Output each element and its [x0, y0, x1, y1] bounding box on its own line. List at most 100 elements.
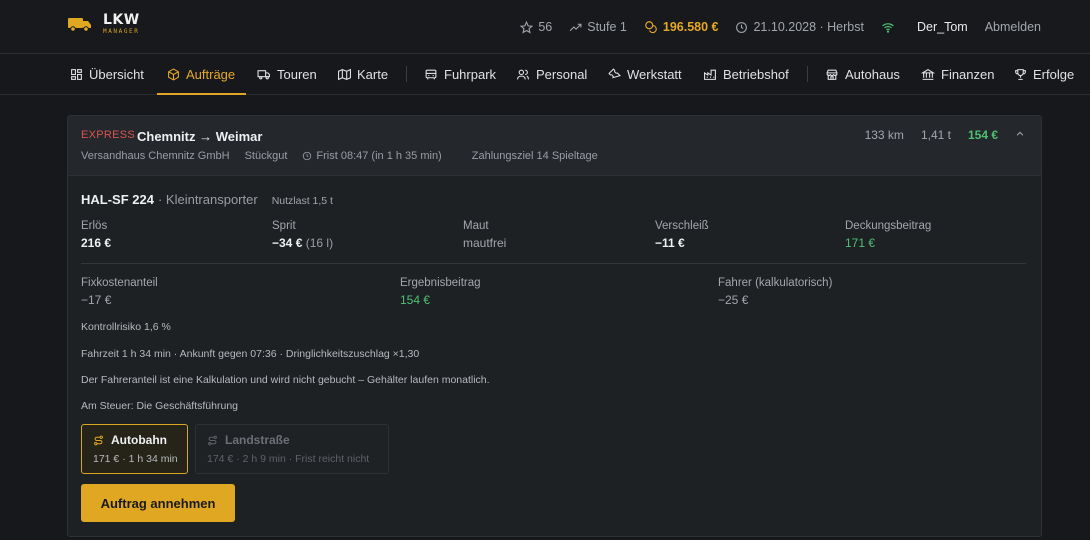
fuel-liters: (16 l): [305, 236, 334, 250]
risk-note: Kontrollrisiko 1,6 %: [81, 321, 171, 333]
level-stat: Stufe 1: [569, 20, 627, 34]
nav-label: Erfolge: [1033, 67, 1075, 82]
fuel-label: Sprit: [272, 220, 296, 232]
nav-item-finanzen[interactable]: Finanzen: [921, 54, 994, 95]
route-autobahn-detail: 171 € · 1 h 34 min: [93, 453, 178, 465]
nav-item-autohaus[interactable]: Autohaus: [825, 54, 900, 95]
order-earning: 154 €: [967, 128, 998, 142]
order-card-header[interactable]: EXPRESS Chemnitz → Weimar Versandhaus Ch…: [68, 116, 1041, 176]
nav-divider: [807, 66, 808, 82]
users-icon: [517, 69, 529, 80]
clock-icon: [303, 151, 312, 161]
route-autobahn-label: Autobahn: [111, 433, 167, 447]
wrench-icon: [608, 68, 621, 79]
header-stats: 56 Stufe 1 196.580 € 21.10.2028 · Herbst…: [503, 0, 1041, 54]
route-option-landstrasse[interactable]: Landstraße 174 € · 2 h 9 min · Frist rei…: [195, 424, 389, 474]
order-client: Versandhaus Chemnitz GmbH: [81, 150, 230, 162]
app-logo[interactable]: LKW MANAGER: [68, 13, 140, 35]
fuel-field: Sprit −34 € (16 l): [272, 220, 333, 250]
driver-note: Der Fahreranteil ist eine Kalkulation un…: [81, 374, 490, 386]
rating-stat: 56: [520, 20, 552, 34]
date-stat: 21.10.2028 · Herbst: [735, 20, 864, 34]
nav-item-werkstatt[interactable]: Werkstatt: [608, 54, 682, 95]
order-route: Chemnitz → Weimar: [137, 129, 263, 144]
clock-icon: [736, 21, 748, 33]
logo-subtitle: MANAGER: [103, 28, 140, 35]
trophy-icon: [1015, 69, 1026, 80]
nav-item-betriebshof[interactable]: Betriebshof: [703, 54, 789, 95]
driver-cost-field: Fahrer (kalkulatorisch) −25 €: [718, 277, 832, 307]
contribution-value: 171 €: [845, 236, 876, 250]
store-icon: [826, 69, 838, 80]
fixed-cost-label: Fixkostenanteil: [81, 277, 158, 289]
level-value: Stufe 1: [587, 20, 627, 34]
nav-label: Autohaus: [845, 67, 900, 82]
coins-icon: [645, 21, 657, 34]
depot-icon: [704, 69, 716, 80]
logout-button[interactable]: Abmelden: [985, 20, 1041, 34]
vehicle-info: HAL-SF 224 · Kleintransporter Nutzlast 1…: [81, 192, 333, 207]
nav-label: Werkstatt: [627, 67, 682, 82]
star-icon: [520, 20, 534, 34]
driver-assigned: Am Steuer: Die Geschäftsführung: [81, 400, 238, 412]
truck-icon: [257, 70, 270, 80]
result-label: Ergebnisbeitrag: [400, 277, 481, 289]
nav-label: Übersicht: [89, 67, 144, 82]
result-value: 154 €: [400, 293, 431, 307]
route-icon: [94, 435, 103, 445]
accept-order-button[interactable]: Auftrag annehmen: [81, 484, 235, 522]
rating-value: 56: [538, 20, 553, 34]
nav-label: Karte: [357, 67, 389, 82]
revenue-field: Erlös 216 €: [81, 220, 111, 250]
nav-label: Fuhrpark: [444, 67, 497, 82]
express-badge: EXPRESS: [81, 129, 136, 141]
contribution-label: Deckungsbeitrag: [845, 220, 932, 232]
chevron-up-icon[interactable]: [1015, 128, 1025, 142]
nav-item-uebersicht[interactable]: Übersicht: [70, 54, 144, 95]
top-bar: LKW MANAGER 56 Stufe 1 196.580 € 21.10.2…: [0, 0, 1090, 54]
result-field: Ergebnisbeitrag 154 €: [400, 277, 481, 307]
order-deadline-text: Frist 08:47 (in 1 h 35 min): [316, 150, 442, 162]
truck-logo-icon: [68, 16, 92, 32]
wear-field: Verschleiß −11 €: [655, 220, 709, 250]
wear-value: −11 €: [655, 236, 685, 250]
order-summary: 133 km 1,41 t 154 €: [848, 128, 1025, 142]
vehicle-type: · Kleintransporter: [157, 192, 258, 207]
dashboard-icon: [71, 69, 82, 80]
revenue-value: 216 €: [81, 236, 112, 250]
trend-up-icon: [569, 23, 582, 31]
nav-item-auftraege[interactable]: Aufträge: [157, 54, 246, 95]
driver-cost-value: −25 €: [718, 293, 749, 307]
nav-item-fuhrpark[interactable]: Fuhrpark: [424, 54, 496, 95]
nav-item-erfolge[interactable]: Erfolge: [1014, 54, 1074, 95]
route-icon: [208, 435, 217, 445]
order-distance: 133 km: [864, 128, 904, 142]
toll-field: Maut mautfrei: [463, 220, 506, 250]
date-value: 21.10.2028 · Herbst: [753, 20, 864, 34]
nav-item-touren[interactable]: Touren: [257, 54, 317, 95]
nav-label: Touren: [277, 67, 317, 82]
vehicle-plate: HAL-SF 224: [81, 192, 154, 207]
nav-item-personal[interactable]: Personal: [516, 54, 587, 95]
fixed-cost-field: Fixkostenanteil −17 €: [81, 277, 158, 307]
wear-label: Verschleiß: [655, 220, 709, 232]
order-meta: Versandhaus Chemnitz GmbH Stückgut Frist…: [81, 150, 613, 162]
order-payment: Zahlungsziel 14 Spieltage: [471, 150, 598, 162]
revenue-label: Erlös: [81, 220, 108, 232]
username[interactable]: Der_Tom: [917, 20, 968, 34]
connection-stat: [881, 21, 900, 34]
order-card: EXPRESS Chemnitz → Weimar Versandhaus Ch…: [67, 115, 1042, 537]
driver-cost-label: Fahrer (kalkulatorisch): [718, 277, 833, 289]
nav-label: Finanzen: [941, 67, 995, 82]
fleet-icon: [425, 69, 437, 80]
money-stat: 196.580 €: [644, 20, 718, 34]
timing-note: Fahrzeit 1 h 34 min · Ankunft gegen 07:3…: [81, 348, 420, 360]
nav-label: Personal: [536, 67, 588, 82]
fuel-value: −34 €: [272, 236, 303, 250]
route-option-autobahn[interactable]: Autobahn 171 € · 1 h 34 min: [81, 424, 188, 474]
nav-item-karte[interactable]: Karte: [338, 54, 388, 95]
fixed-cost-value: −17 €: [81, 293, 112, 307]
map-icon: [338, 68, 351, 81]
nav-label: Aufträge: [186, 67, 236, 82]
box-icon: [168, 68, 179, 81]
